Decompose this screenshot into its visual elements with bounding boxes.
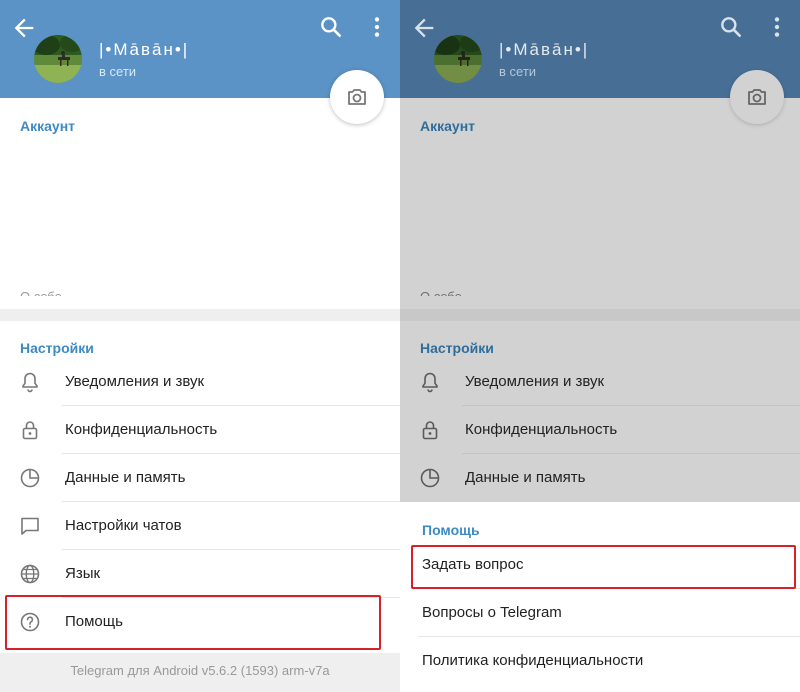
- help-item-label: Вопросы о Telegram: [422, 604, 562, 621]
- settings-item-language[interactable]: Язык: [0, 550, 400, 598]
- bell-icon: [22, 372, 38, 393]
- search-icon[interactable]: [318, 14, 344, 40]
- settings-screen: |•Māвāн•| в сети Аккаунт О себе Настройк…: [0, 0, 400, 692]
- about-label: О себе: [420, 282, 620, 296]
- more-vert-icon[interactable]: [364, 14, 390, 40]
- globe-icon: [20, 564, 40, 584]
- pie-chart-icon: [20, 468, 40, 488]
- settings-item-label: Язык: [65, 565, 101, 582]
- avatar[interactable]: [34, 35, 82, 83]
- settings-section-title: Настройки: [20, 340, 94, 356]
- settings-item-label: Настройки чатов: [65, 517, 182, 534]
- profile-status: в сети: [499, 64, 537, 79]
- set-photo-button[interactable]: [730, 70, 784, 124]
- help-sheet-title: Помощь: [422, 522, 480, 538]
- lock-icon: [22, 421, 38, 440]
- settings-item-privacy[interactable]: Конфиденциальность: [400, 406, 800, 454]
- camera-icon: [348, 89, 366, 105]
- section-divider: [0, 309, 400, 321]
- account-section-title: Аккаунт: [420, 118, 476, 134]
- settings-item-label: Уведомления и звук: [65, 373, 205, 390]
- pie-chart-icon: [420, 468, 440, 488]
- settings-item-label: Данные и память: [65, 469, 186, 486]
- settings-item-privacy[interactable]: Конфиденциальность: [0, 406, 400, 454]
- chat-bubble-icon: [21, 517, 39, 535]
- app-version: Telegram для Android v5.6.2 (1593) arm-v…: [70, 663, 330, 678]
- back-arrow-icon[interactable]: [410, 14, 438, 42]
- help-highlight-frame: [5, 595, 381, 650]
- settings-item-label: Уведомления и звук: [465, 373, 605, 390]
- help-item-label: Политика конфиденциальности: [422, 652, 644, 669]
- settings-item-label: Конфиденциальность: [465, 421, 618, 438]
- settings-section-title: Настройки: [420, 340, 494, 356]
- help-item-privacy-policy[interactable]: Политика конфиденциальности: [400, 637, 800, 685]
- search-icon[interactable]: [718, 14, 744, 40]
- help-item-telegram-faq[interactable]: Вопросы о Telegram: [400, 589, 800, 637]
- profile-name: |•Māвāн•|: [99, 40, 190, 59]
- avatar[interactable]: [434, 35, 482, 83]
- settings-item-data[interactable]: Данные и память: [0, 454, 400, 502]
- profile-status: в сети: [99, 64, 137, 79]
- settings-item-notifications[interactable]: Уведомления и звук: [400, 358, 800, 406]
- settings-item-notifications[interactable]: Уведомления и звук: [0, 358, 400, 406]
- settings-item-label: Конфиденциальность: [65, 421, 218, 438]
- more-vert-icon[interactable]: [764, 14, 790, 40]
- settings-item-data[interactable]: Данные и память: [400, 454, 800, 502]
- settings-screen-dimmed: |•Māвāн•| в сети Аккаунт О себе Настройк…: [400, 0, 800, 692]
- profile-name: |•Māвāн•|: [499, 40, 590, 59]
- set-photo-button[interactable]: [330, 70, 384, 124]
- settings-item-label: Данные и память: [465, 469, 586, 486]
- bell-icon: [422, 372, 438, 393]
- footer: Telegram для Android v5.6.2 (1593) arm-v…: [0, 653, 400, 692]
- ask-question-highlight-frame: [411, 545, 796, 589]
- lock-icon: [422, 421, 438, 440]
- camera-icon: [748, 89, 766, 105]
- help-bottom-sheet: Помощь Задать вопрос Вопросы о Telegram …: [400, 502, 800, 692]
- about-label: О себе: [20, 282, 220, 296]
- back-arrow-icon[interactable]: [10, 14, 38, 42]
- settings-item-chats[interactable]: Настройки чатов: [0, 502, 400, 550]
- account-section-title: Аккаунт: [20, 118, 76, 134]
- section-divider: [400, 309, 800, 321]
